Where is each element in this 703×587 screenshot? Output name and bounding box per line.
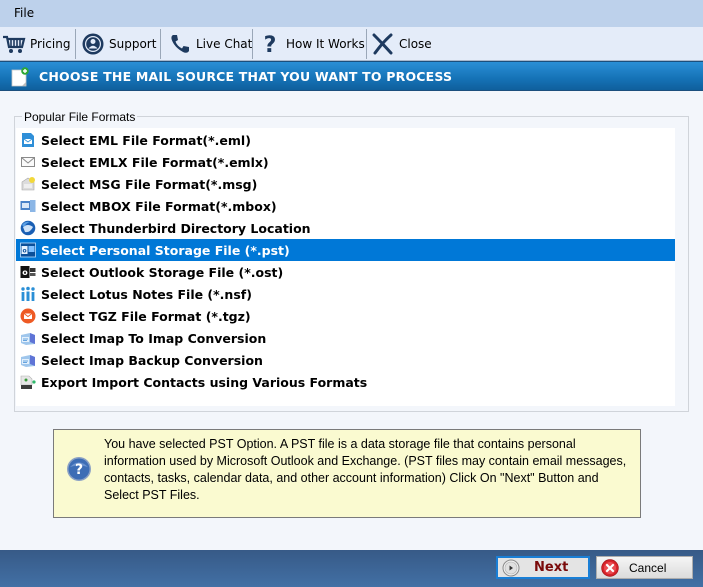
- mbox-icon: [20, 200, 36, 212]
- svg-text:?: ?: [75, 462, 83, 478]
- list-item-label: Select EMLX File Format(*.emlx): [41, 154, 269, 170]
- help-icon: ?: [67, 457, 91, 481]
- phone-icon: [171, 34, 189, 53]
- envelope-icon: [21, 157, 35, 167]
- next-button[interactable]: Next: [496, 556, 590, 579]
- new-document-icon: [11, 67, 29, 87]
- list-item-label: Select TGZ File Format (*.tgz): [41, 308, 251, 324]
- list-item-emlx[interactable]: Select EMLX File Format(*.emlx): [16, 151, 675, 173]
- list-item-nsf[interactable]: Select Lotus Notes File (*.nsf): [16, 283, 675, 305]
- list-item-msg[interactable]: Select MSG File Format(*.msg): [16, 173, 675, 195]
- info-panel: ? You have selected PST Option. A PST fi…: [53, 429, 641, 518]
- group-legend: Popular File Formats: [22, 110, 138, 124]
- eml-icon: [22, 133, 34, 147]
- toolbar-separator: [160, 29, 161, 59]
- menu-bar: File: [0, 0, 703, 27]
- list-item-label: Select Thunderbird Directory Location: [41, 220, 311, 236]
- toolbar: Pricing Support Live Chat ? How It Works…: [0, 27, 703, 61]
- close-label: Close: [399, 36, 432, 51]
- support-label: Support: [109, 36, 157, 51]
- toolbar-separator: [75, 29, 76, 59]
- cart-icon: [3, 35, 26, 53]
- svg-text:o: o: [22, 248, 26, 255]
- support-button[interactable]: Support: [81, 27, 156, 60]
- next-label: Next: [534, 560, 569, 575]
- imap-backup-icon: [21, 355, 35, 367]
- info-text: You have selected PST Option. A PST file…: [104, 437, 627, 502]
- live-chat-button[interactable]: Live Chat: [168, 27, 252, 60]
- list-item-thunderbird[interactable]: Select Thunderbird Directory Location: [16, 217, 675, 239]
- outlook-ost-icon: o: [20, 266, 36, 278]
- menu-file[interactable]: File: [14, 6, 34, 20]
- toolbar-separator: [366, 29, 367, 59]
- list-item-tgz[interactable]: Select TGZ File Format (*.tgz): [16, 305, 675, 327]
- play-icon: [502, 559, 520, 576]
- list-item-label: Select MSG File Format(*.msg): [41, 176, 258, 192]
- pricing-label: Pricing: [30, 36, 71, 51]
- list-item-label: Export Import Contacts using Various For…: [41, 374, 368, 390]
- list-item-pst[interactable]: o Select Personal Storage File (*.pst): [16, 239, 675, 261]
- list-item-label: Select Lotus Notes File (*.nsf): [41, 286, 252, 302]
- list-item-contacts[interactable]: Export Import Contacts using Various For…: [16, 371, 675, 393]
- file-format-list[interactable]: Select EML File Format(*.eml) Select EML…: [16, 128, 675, 406]
- list-item-eml[interactable]: Select EML File Format(*.eml): [16, 129, 675, 151]
- pricing-button[interactable]: Pricing: [2, 27, 70, 60]
- msg-icon: [21, 177, 35, 191]
- section-header: CHOOSE THE MAIL SOURCE THAT YOU WANT TO …: [0, 61, 703, 91]
- cancel-label: Cancel: [629, 560, 667, 575]
- lotus-notes-icon: [21, 286, 35, 301]
- close-button[interactable]: Close: [371, 27, 432, 60]
- list-item-label: Select Imap To Imap Conversion: [41, 330, 267, 346]
- svg-text:?: ?: [264, 33, 277, 56]
- contacts-icon: [20, 375, 36, 389]
- support-icon: [82, 33, 104, 54]
- header-title: CHOOSE THE MAIL SOURCE THAT YOU WANT TO …: [39, 69, 453, 84]
- list-item-label: Select Personal Storage File (*.pst): [41, 242, 290, 258]
- svg-text:o: o: [22, 268, 28, 277]
- list-item-mbox[interactable]: Select MBOX File Format(*.mbox): [16, 195, 675, 217]
- outlook-pst-icon: o: [20, 242, 36, 258]
- live-chat-label: Live Chat: [196, 36, 253, 51]
- question-icon: ?: [264, 33, 277, 56]
- thunderbird-icon: [20, 220, 36, 236]
- how-it-works-button[interactable]: ? How It Works: [258, 27, 365, 60]
- how-it-works-label: How It Works: [286, 36, 365, 51]
- cancel-icon: [601, 558, 619, 577]
- list-item-ost[interactable]: o Select Outlook Storage File (*.ost): [16, 261, 675, 283]
- imap-icon: [21, 333, 35, 345]
- list-item-imap[interactable]: Select Imap To Imap Conversion: [16, 327, 675, 349]
- list-item-label: Select Imap Backup Conversion: [41, 352, 263, 368]
- cancel-button[interactable]: Cancel: [596, 556, 693, 579]
- list-item-imap-backup[interactable]: Select Imap Backup Conversion: [16, 349, 675, 371]
- tgz-icon: [20, 308, 36, 324]
- toolbar-separator: [252, 29, 253, 59]
- close-icon: [372, 33, 393, 54]
- list-item-label: Select MBOX File Format(*.mbox): [41, 198, 277, 214]
- list-item-label: Select EML File Format(*.eml): [41, 132, 251, 148]
- list-item-label: Select Outlook Storage File (*.ost): [41, 264, 284, 280]
